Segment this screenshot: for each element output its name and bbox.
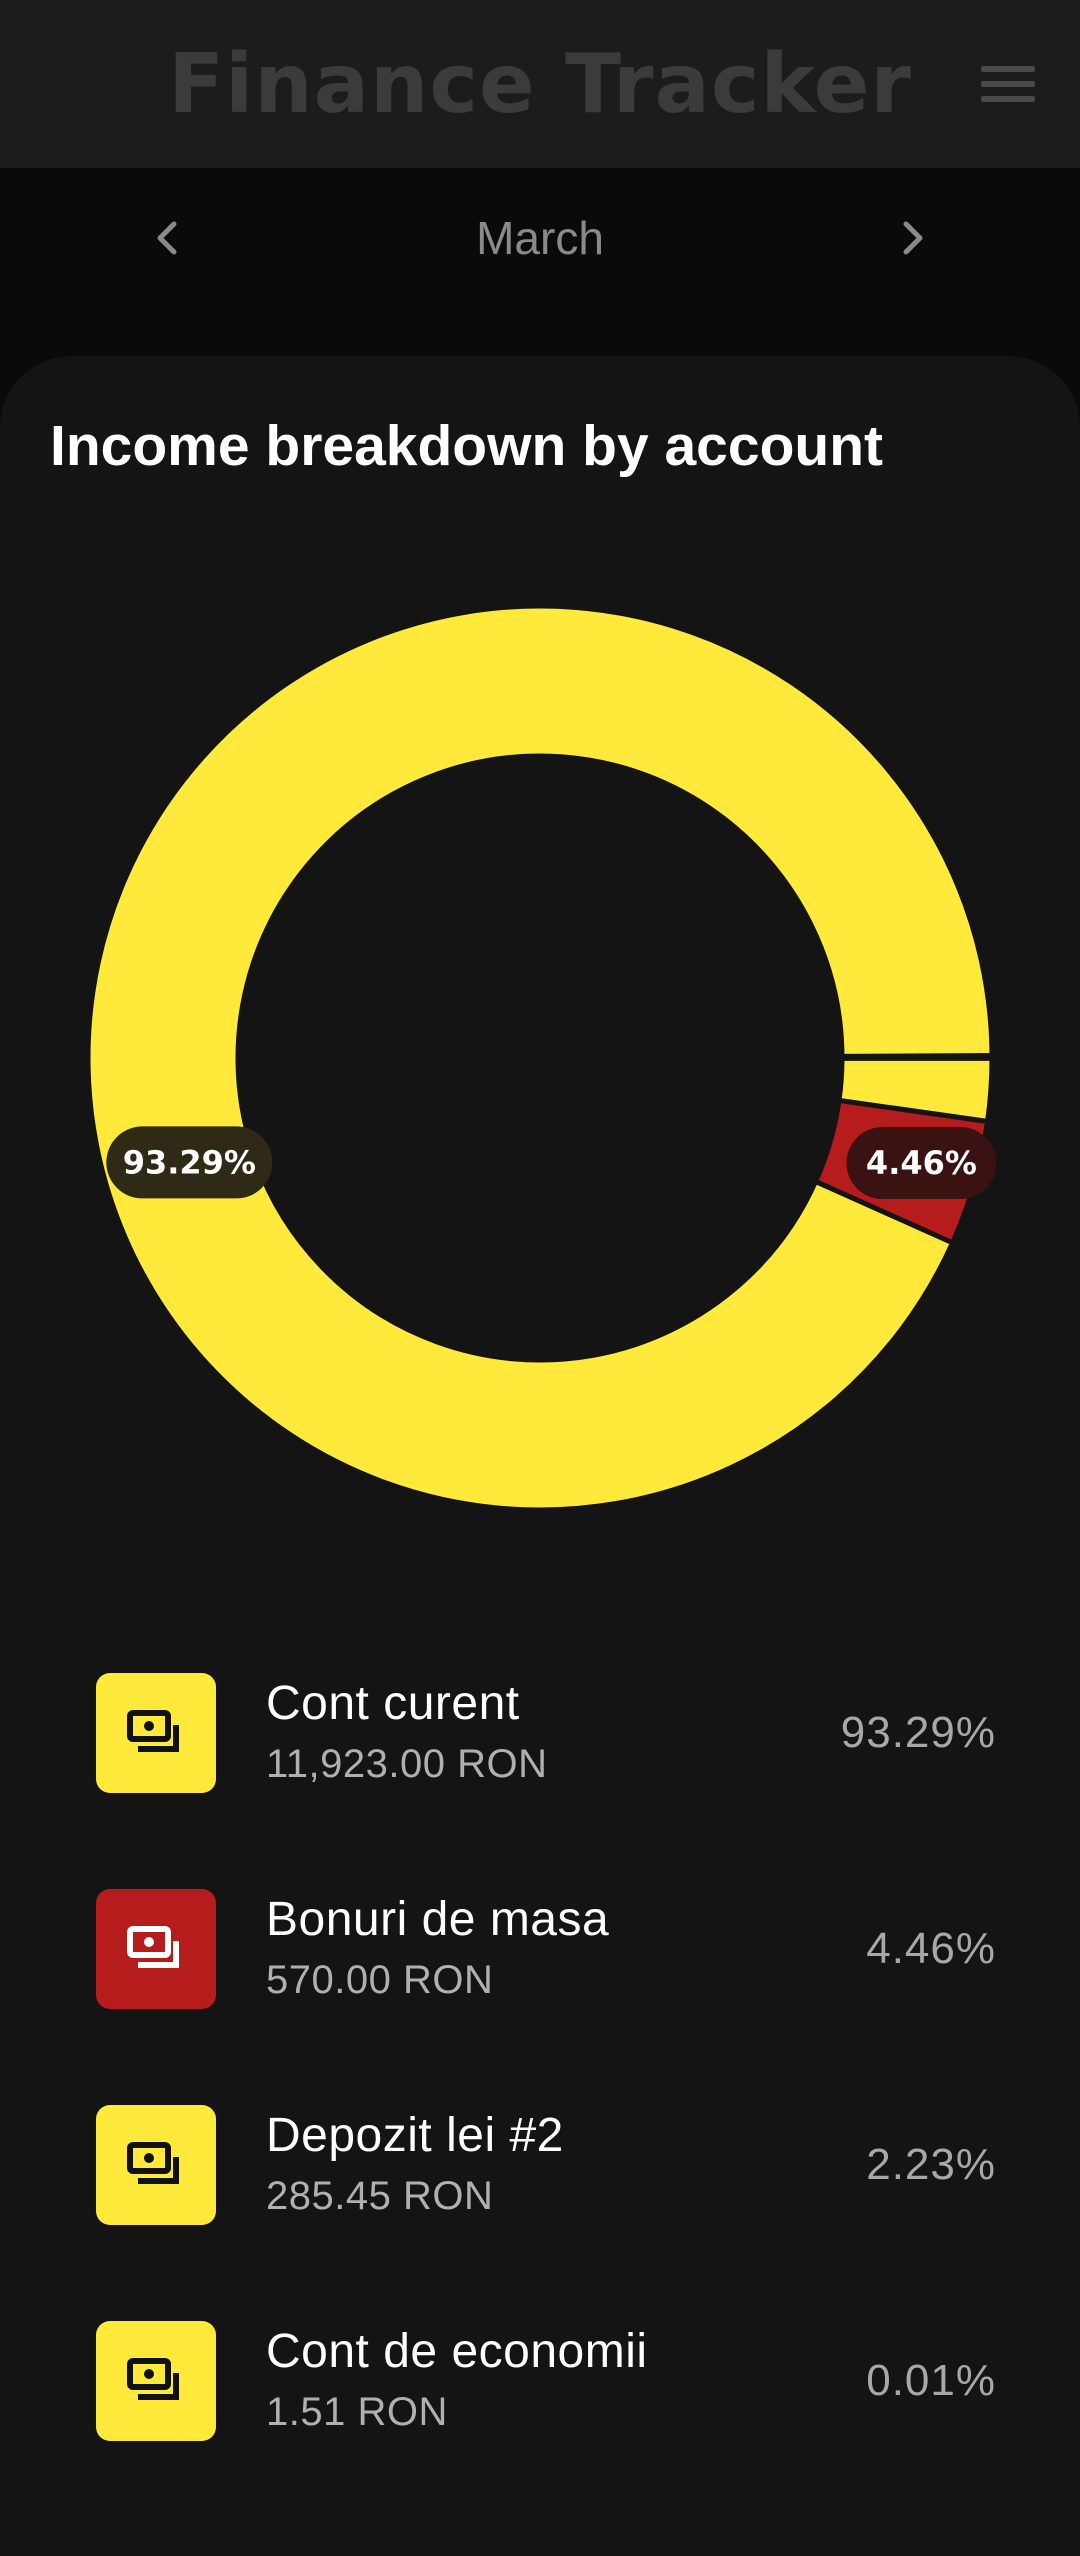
money-icon	[96, 2321, 216, 2441]
money-icon	[96, 2105, 216, 2225]
account-row[interactable]: Depozit lei #2 285.45 RON 2.23%	[96, 2105, 996, 2225]
slice-data-label: 4.46%	[866, 1144, 977, 1182]
month-navigation: March	[0, 168, 1080, 310]
account-percent: 2.23%	[866, 2140, 996, 2189]
account-name: Cont de economii	[266, 2325, 648, 2378]
hamburger-menu-icon[interactable]	[966, 54, 1050, 114]
account-name: Depozit lei #2	[266, 2109, 564, 2162]
money-icon	[96, 1673, 216, 1793]
chevron-right-icon[interactable]	[880, 206, 944, 270]
app-bar: Finance Tracker	[0, 0, 1080, 168]
account-amount: 1.51 RON	[266, 2390, 448, 2434]
account-row[interactable]: Bonuri de masa 570.00 RON 4.46%	[96, 1889, 996, 2009]
account-name: Cont curent	[266, 1677, 520, 1730]
donut-slice-4[interactable]	[839, 1053, 995, 1061]
account-row[interactable]: Cont de economii 1.51 RON 0.01%	[96, 2321, 996, 2441]
account-amount: 570.00 RON	[266, 1958, 494, 2002]
account-amount: 285.45 RON	[266, 2174, 494, 2218]
account-row[interactable]: Cont curent 11,923.00 RON 93.29%	[96, 1673, 996, 1793]
account-name: Bonuri de masa	[266, 1893, 610, 1946]
account-percent: 93.29%	[840, 1708, 996, 1757]
app-title: Finance Tracker	[168, 37, 912, 132]
income-breakdown-card: Income breakdown by account 93.29% 4.46% …	[0, 356, 1080, 2556]
account-percent: 0.01%	[866, 2356, 996, 2405]
money-icon	[96, 1889, 216, 2009]
slice-data-label: 93.29%	[123, 1143, 256, 1181]
account-amount: 11,923.00 RON	[266, 1742, 548, 1786]
account-percent: 4.46%	[866, 1924, 996, 1973]
